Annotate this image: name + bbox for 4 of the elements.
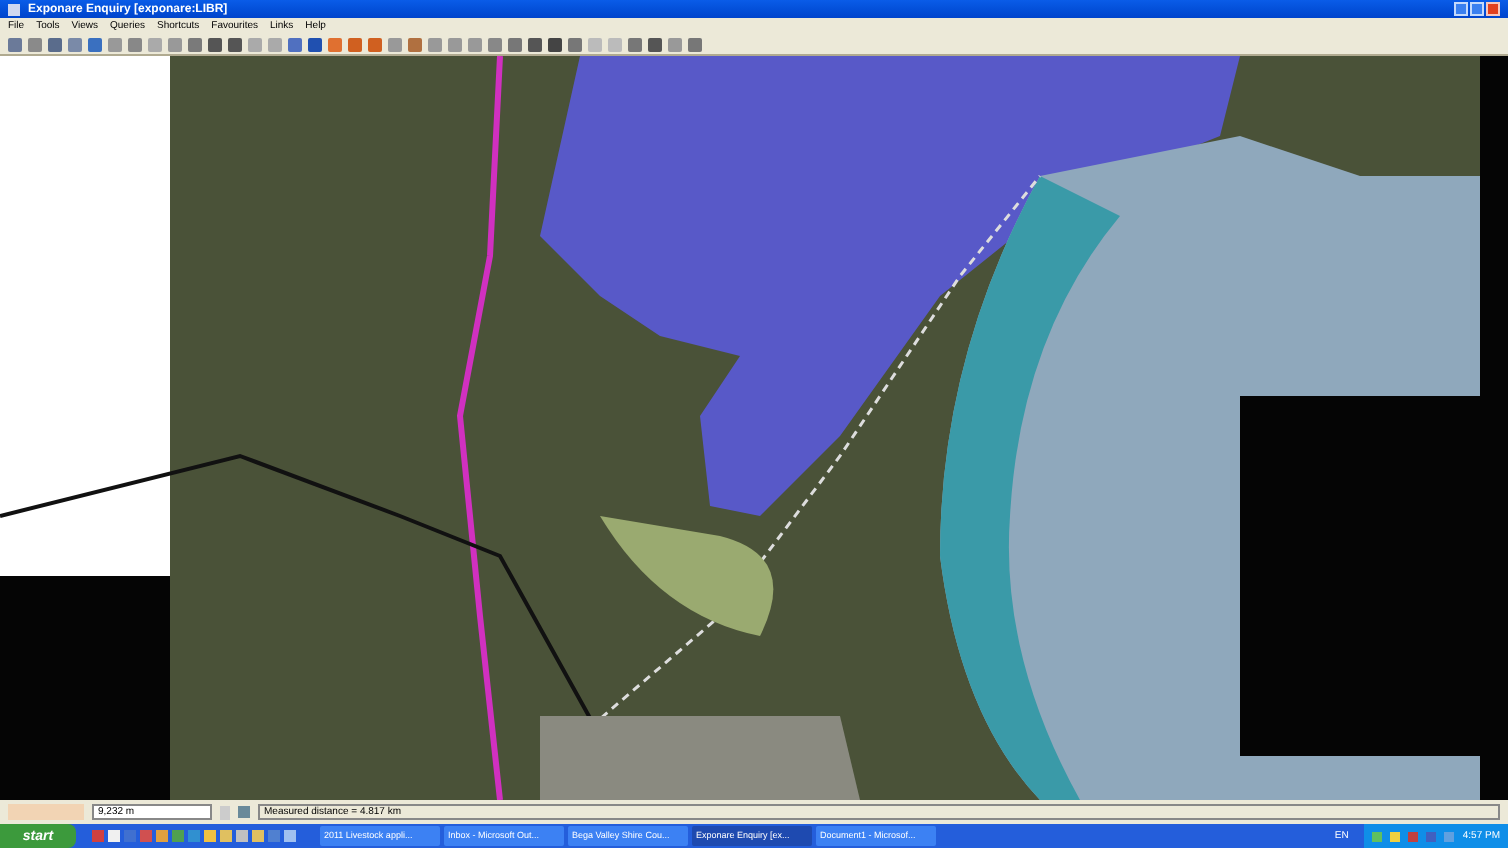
maximize-button[interactable]	[1470, 2, 1484, 16]
close-button[interactable]	[1486, 2, 1500, 16]
status-pane	[8, 804, 84, 820]
minimize-button[interactable]	[1454, 2, 1468, 16]
